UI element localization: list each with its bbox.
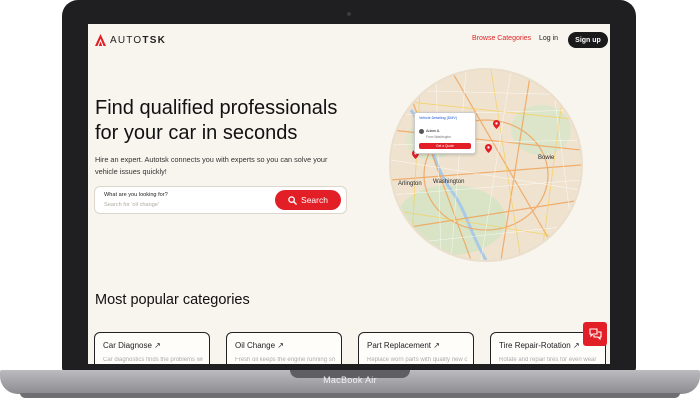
map-pin-icon[interactable] (493, 120, 500, 129)
card-title: Part Replacement ↗ (367, 341, 440, 350)
card-description: Replace worn parts with quality new ones (367, 357, 467, 363)
map-pin-icon[interactable] (485, 144, 492, 153)
category-card-oil-change[interactable]: Oil Change ↗ Fresh oil keeps the engine … (226, 332, 342, 364)
search-icon (288, 195, 297, 205)
device-label: MacBook Air (323, 375, 377, 385)
search-button[interactable]: Search (275, 190, 341, 210)
search-button-label: Search (301, 195, 328, 205)
map-label-washington: Washington (433, 179, 465, 185)
popup-header[interactable]: Vehicle Detailing (DMV) (419, 116, 457, 120)
category-card-part-replacement[interactable]: Part Replacement ↗ Replace worn parts wi… (358, 332, 474, 364)
popup-location: From Washington (426, 135, 452, 139)
laptop-foot (20, 393, 680, 398)
logo-text: AUTOTSK (110, 34, 167, 46)
camera-icon (347, 12, 351, 16)
search-box: What are you looking for? Search (94, 186, 347, 214)
hero-title: Find qualified professionals for your ca… (95, 97, 338, 144)
chat-icon (588, 328, 602, 340)
chat-button[interactable] (583, 322, 607, 346)
map-view[interactable] (389, 68, 583, 262)
nav-browse-categories[interactable]: Browse Categories (472, 35, 531, 42)
popup-name: Adam A. (426, 129, 441, 133)
card-description: Fresh oil keeps the engine running smoot… (235, 357, 335, 363)
category-card-car-diagnose[interactable]: Car Diagnose ↗ Car diagnostics finds the… (94, 332, 210, 364)
card-description: Car diagnostics finds the problems with … (103, 357, 203, 363)
card-title: Oil Change ↗ (235, 341, 284, 350)
card-description: Rotate and repair tires for even wear (499, 357, 597, 363)
nav-login[interactable]: Log in (539, 35, 558, 42)
signup-button[interactable]: Sign up (568, 32, 608, 48)
autotsk-logo-icon (95, 34, 106, 46)
hero-subtitle: Hire an expert. Autotsk connects you wit… (95, 155, 328, 176)
search-label: What are you looking for? (104, 192, 168, 198)
map-label-bowie: Bowie (538, 155, 555, 161)
browser-screen: AUTOTSK Browse Categories Log in Sign up… (88, 24, 610, 364)
map-label-arlington: Arlington (398, 181, 422, 187)
search-input[interactable] (102, 200, 266, 209)
categories-title: Most popular categories (95, 292, 250, 308)
card-title: Car Diagnose ↗ (103, 341, 161, 350)
site-logo[interactable]: AUTOTSK (95, 34, 166, 46)
map-popup: Vehicle Detailing (DMV) Adam A. From Was… (414, 112, 476, 154)
site-header: AUTOTSK Browse Categories Log in Sign up (88, 24, 610, 58)
get-quote-button[interactable]: Get a Quote (419, 143, 471, 149)
avatar (419, 129, 424, 134)
card-title: Tire Repair-Rotation ↗ (499, 341, 580, 350)
